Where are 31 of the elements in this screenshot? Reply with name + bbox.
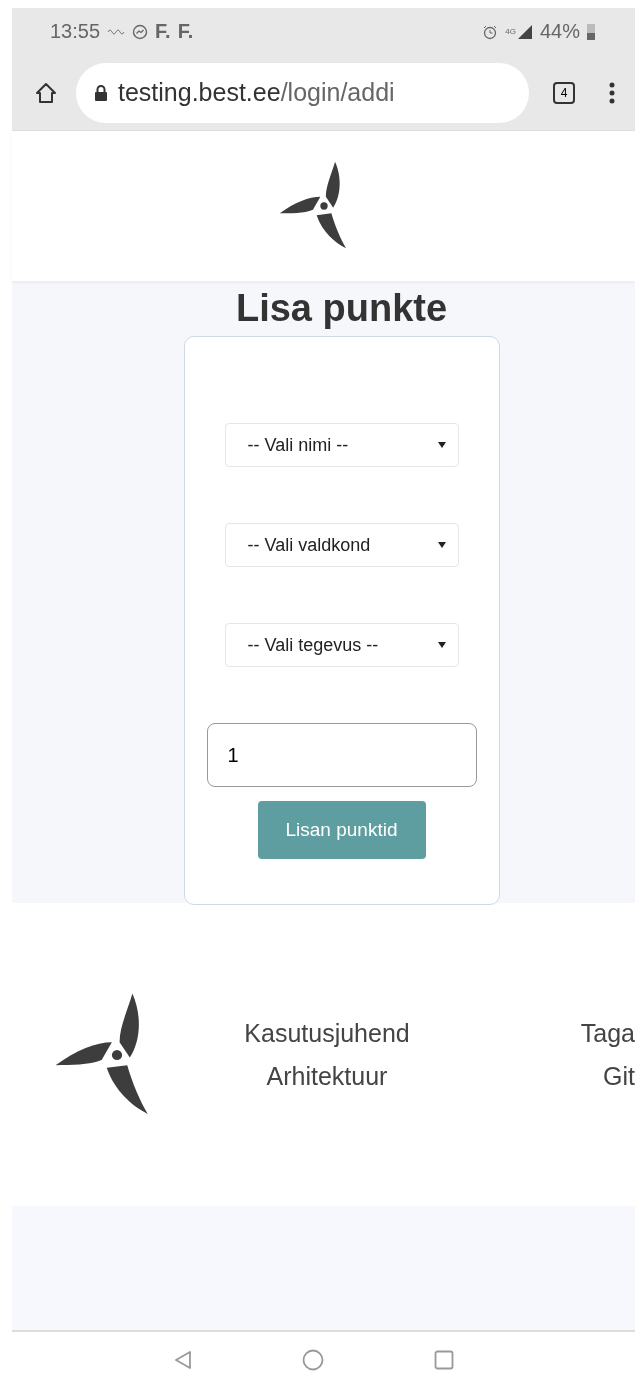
dropdown[interactable]: -- Vali nimi -- xyxy=(224,423,459,468)
tab-count-button[interactable]: 4 xyxy=(553,81,575,104)
caret-icon xyxy=(437,542,446,549)
menu-icon[interactable] xyxy=(609,81,615,104)
battery-percent: 44% xyxy=(539,20,580,44)
alarm-clock-icon xyxy=(482,23,499,40)
notification-letter: F. xyxy=(155,20,171,44)
recent-apps-icon[interactable] xyxy=(433,1349,454,1370)
url-host: testing.best.ee xyxy=(118,78,281,108)
dropdown[interactable]: -- Vali tegevus -- xyxy=(224,623,459,668)
network-type: 4G xyxy=(505,27,516,37)
battery-icon xyxy=(587,23,595,40)
dropdown[interactable]: -- Vali valdkond xyxy=(224,523,459,568)
clock-time: 13:55 xyxy=(50,20,101,44)
lock-icon xyxy=(94,84,108,101)
footer-link[interactable]: Arhitektuur xyxy=(266,1061,388,1091)
home-icon[interactable] xyxy=(34,80,58,105)
input-field[interactable]: 1 xyxy=(206,723,477,788)
caret-icon xyxy=(437,442,446,449)
footer-link[interactable]: Taga xyxy=(580,1018,635,1048)
messenger-icon xyxy=(132,23,149,40)
caret-icon xyxy=(437,642,446,649)
notification-letter: F. xyxy=(177,20,194,44)
home-circle-icon[interactable] xyxy=(301,1348,324,1371)
footer-link[interactable]: Kasutusjuhend xyxy=(244,1018,410,1048)
url-path: /login/addi xyxy=(280,78,395,108)
page-title: Lisa punkte xyxy=(235,287,448,331)
footer-link[interactable]: Git xyxy=(603,1061,635,1091)
address-bar[interactable]: testing.best.ee/login/addi xyxy=(76,62,529,123)
back-icon[interactable] xyxy=(173,1349,192,1370)
signal-icon xyxy=(516,23,533,40)
